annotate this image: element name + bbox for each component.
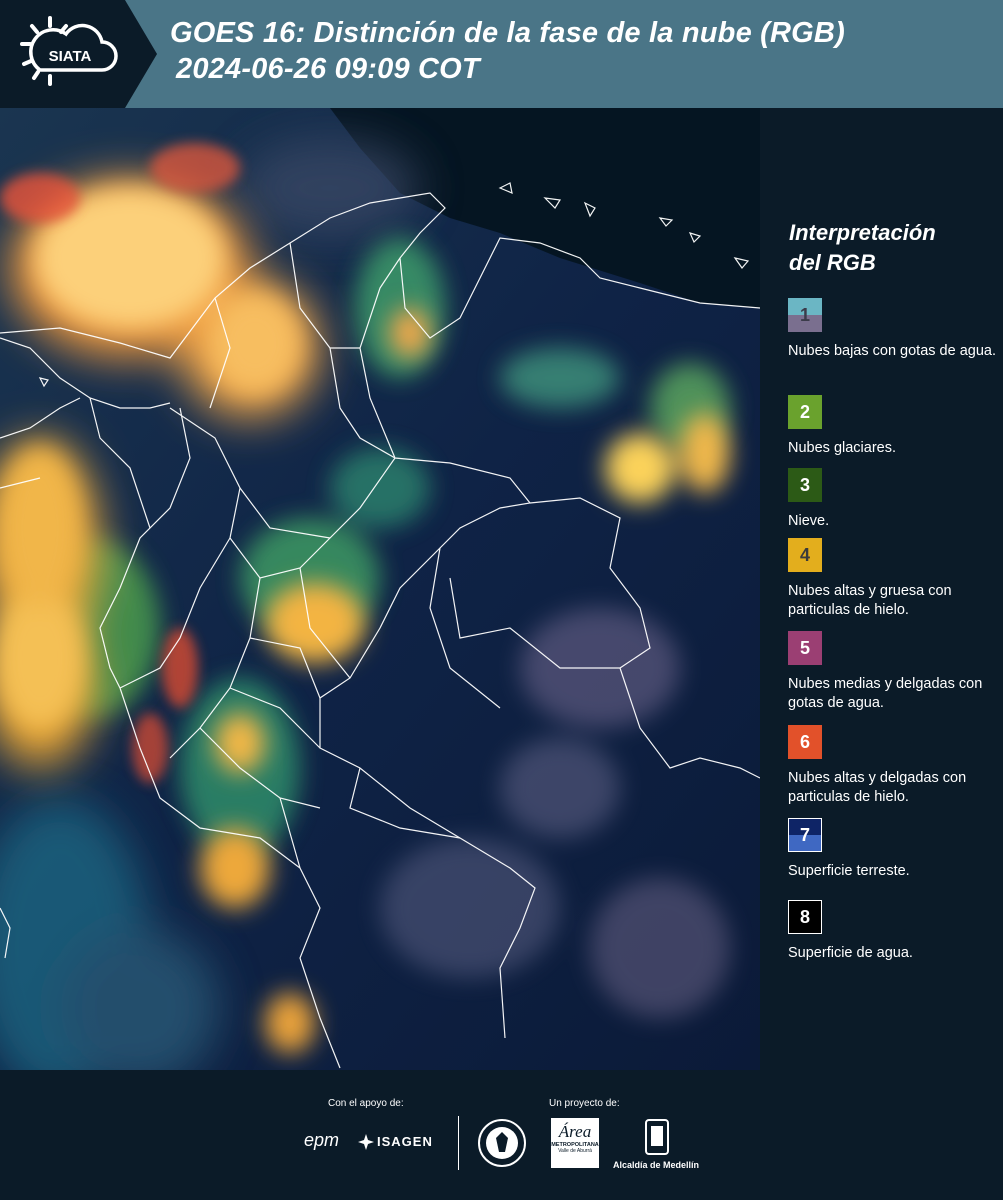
legend-swatch: 2 bbox=[788, 395, 822, 429]
medellin-shield-icon bbox=[645, 1119, 669, 1155]
legend-number: 8 bbox=[799, 906, 810, 927]
legend-swatch: 3 bbox=[788, 468, 822, 502]
header-chevron bbox=[125, 0, 157, 108]
header-bar: SIATA GOES 16: Distinción de la fase de … bbox=[0, 0, 1003, 108]
legend-swatch: 6 bbox=[788, 725, 822, 759]
legend-number: 5 bbox=[799, 637, 810, 658]
legend-swatch: 1 bbox=[788, 298, 822, 332]
title-datetime: 2024-06-26 09:09 COT bbox=[176, 53, 480, 85]
legend-swatch: 7 bbox=[788, 818, 822, 852]
legend-label: Nubes bajas con gotas de agua. bbox=[788, 343, 996, 359]
legend-label: Nieve. bbox=[788, 513, 830, 529]
legend-label: Superficie terreste. bbox=[788, 863, 910, 879]
satellite-image bbox=[0, 108, 760, 1070]
footer-divider bbox=[458, 1116, 459, 1170]
alcaldia-label: Alcaldía de Medellín bbox=[613, 1160, 700, 1170]
siata-logo-icon: SIATA bbox=[20, 16, 118, 86]
legend-number: 3 bbox=[799, 474, 810, 495]
project-label: Un proyecto de: bbox=[549, 1098, 620, 1109]
isagen-icon bbox=[358, 1134, 374, 1150]
legend-label: Nubes altas y gruesa con particulas de h… bbox=[788, 583, 952, 618]
footer: Con el apoyo de: Un proyecto de: epm ISA… bbox=[0, 1070, 1003, 1200]
support-label: Con el apoyo de: bbox=[328, 1098, 404, 1109]
satellite-map bbox=[0, 108, 760, 1070]
legend-swatch: 5 bbox=[788, 631, 822, 665]
svg-text:SIATA: SIATA bbox=[49, 48, 92, 65]
legend-label: Nubes medias y delgadas con gotas de agu… bbox=[788, 676, 983, 711]
legend-panel: Interpretación del RGB 1 Nubes bajas con … bbox=[760, 108, 1003, 1070]
isagen-logo: ISAGEN bbox=[377, 1134, 433, 1149]
legend-item-2: 2 Nubes glaciares. bbox=[788, 395, 1003, 458]
legend-number: 4 bbox=[799, 544, 810, 565]
university-seal-icon bbox=[478, 1119, 526, 1167]
legend-label: Nubes glaciares. bbox=[788, 440, 896, 456]
legend-item-5: 5 Nubes medias y delgadas con gotas de ag… bbox=[788, 631, 1003, 713]
legend-item-8: 8 Superficie de agua. bbox=[788, 900, 1003, 963]
area-metropolitana-logo: Área METROPOLITANA Valle de Aburrá bbox=[551, 1118, 599, 1168]
legend-label: Nubes altas y delgadas con particulas de… bbox=[788, 770, 967, 805]
title-product: GOES 16: Distinción de la fase de la nub… bbox=[170, 17, 845, 49]
legend-item-3: 3 Nieve. bbox=[788, 468, 1003, 531]
legend-swatch: 4 bbox=[788, 538, 822, 572]
legend-item-4: 4 Nubes altas y gruesa con particulas de … bbox=[788, 538, 1003, 620]
legend-item-7: 7 Superficie terreste. bbox=[788, 818, 1003, 881]
legend-item-6: 6 Nubes altas y delgadas con particulas d… bbox=[788, 725, 1003, 807]
legend-number: 1 bbox=[799, 304, 810, 325]
legend-item-1: 1 Nubes bajas con gotas de agua. bbox=[788, 298, 1003, 361]
legend-label: Superficie de agua. bbox=[788, 945, 913, 961]
legend-number: 7 bbox=[799, 824, 810, 845]
legend-number: 6 bbox=[799, 731, 810, 752]
legend-number: 2 bbox=[799, 401, 810, 422]
legend-swatch: 8 bbox=[788, 900, 822, 934]
epm-logo: epm bbox=[304, 1130, 340, 1150]
page-title: GOES 16: Distinción de la fase de la nub… bbox=[170, 15, 845, 87]
legend-title: Interpretación del RGB bbox=[789, 220, 936, 275]
